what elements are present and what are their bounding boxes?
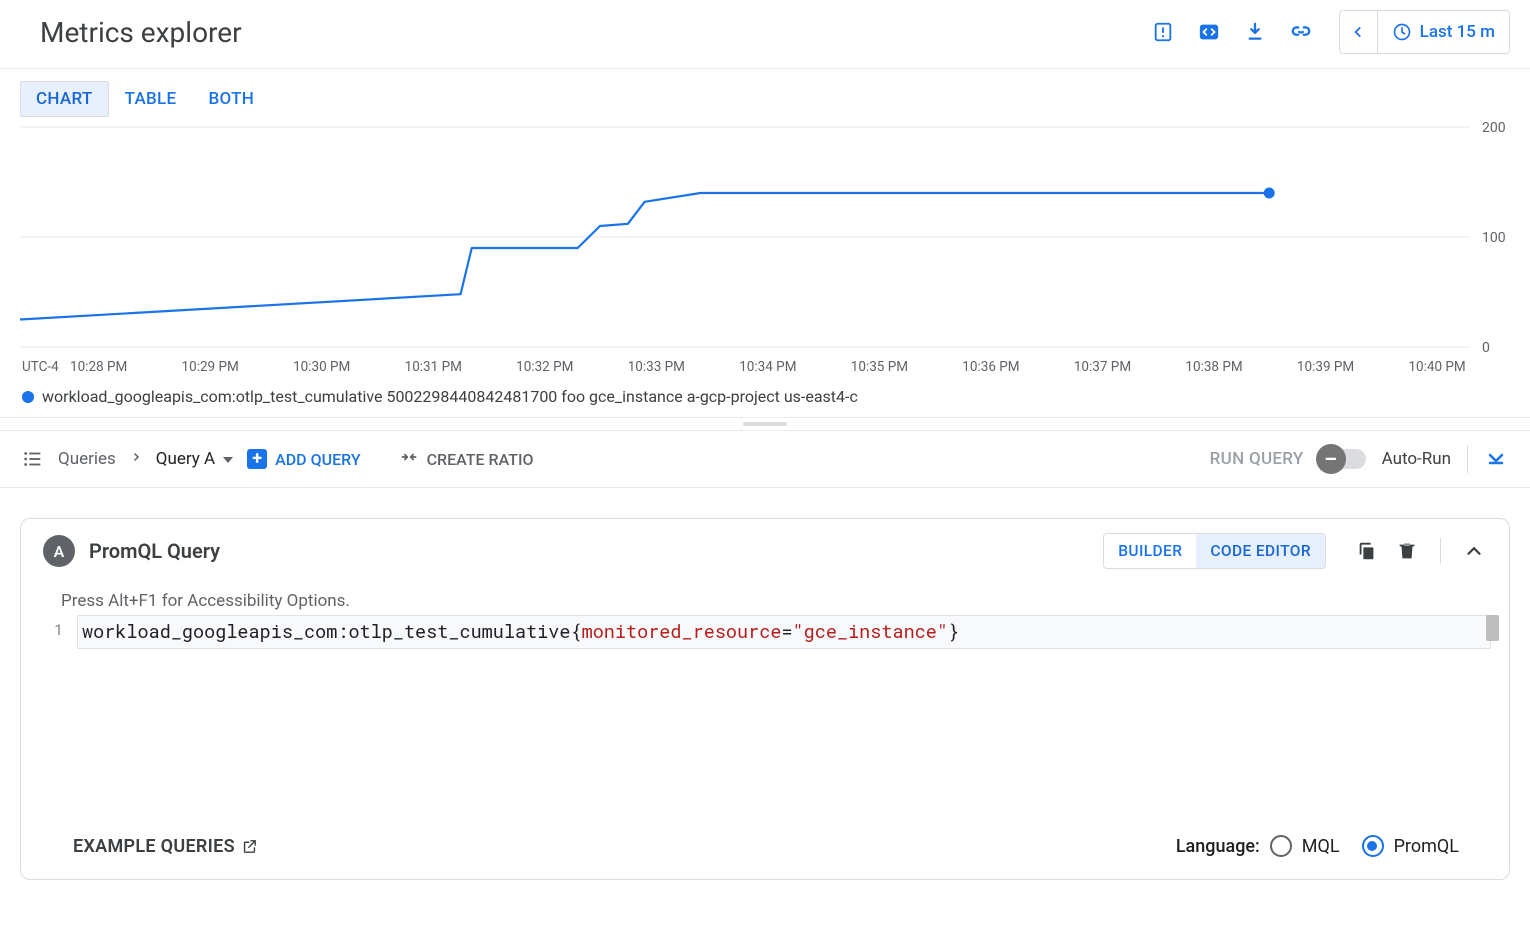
mode-builder-button[interactable]: BUILDER — [1104, 534, 1196, 568]
delete-icon[interactable] — [1394, 538, 1420, 564]
query-card-title: PromQL Query — [89, 539, 220, 563]
external-link-icon — [241, 838, 258, 855]
view-tab-both[interactable]: BOTH — [192, 81, 270, 117]
caret-down-icon — [223, 457, 233, 463]
svg-text:10:30 PM: 10:30 PM — [293, 359, 350, 375]
radio-label-promql: PromQL — [1394, 836, 1459, 857]
svg-text:200: 200 — [1482, 120, 1506, 136]
language-label: Language: — [1176, 836, 1260, 857]
svg-text:10:32 PM: 10:32 PM — [516, 359, 573, 375]
svg-text:10:33 PM: 10:33 PM — [628, 359, 685, 375]
svg-text:10:29 PM: 10:29 PM — [182, 359, 239, 375]
a11y-hint: Press Alt+F1 for Accessibility Options. — [21, 583, 1509, 613]
query-badge: A — [43, 535, 75, 567]
radio-icon — [1270, 835, 1292, 857]
toolbar-separator — [1467, 445, 1468, 473]
copy-icon[interactable] — [1354, 538, 1380, 564]
language-radio-promql[interactable]: PromQL — [1362, 835, 1459, 857]
query-selector-label: Query A — [156, 449, 215, 469]
svg-text:100: 100 — [1482, 230, 1506, 246]
svg-text:UTC-4: UTC-4 — [22, 359, 59, 375]
legend-label: workload_googleapis_com:otlp_test_cumula… — [42, 387, 858, 406]
radio-label-mql: MQL — [1302, 836, 1340, 857]
create-ratio-button[interactable]: CREATE RATIO — [399, 447, 534, 471]
qc-separator — [1440, 538, 1441, 564]
code-line[interactable]: workload_googleapis_com:otlp_test_cumula… — [77, 615, 1491, 649]
toggle-knob-icon: – — [1316, 444, 1346, 474]
create-ratio-label: CREATE RATIO — [427, 450, 534, 469]
auto-run-toggle[interactable]: – — [1320, 449, 1366, 469]
queries-list-icon[interactable] — [22, 448, 44, 470]
time-range-button[interactable]: Last 15 m — [1378, 11, 1509, 53]
link-icon[interactable] — [1287, 18, 1315, 46]
svg-text:10:38 PM: 10:38 PM — [1185, 359, 1242, 375]
help-note-icon[interactable] — [1149, 18, 1177, 46]
svg-text:10:40 PM: 10:40 PM — [1408, 359, 1465, 375]
line-number: 1 — [39, 615, 77, 649]
svg-text:10:35 PM: 10:35 PM — [851, 359, 908, 375]
legend-dot-icon — [22, 391, 34, 403]
editor-scrollbar[interactable] — [1486, 615, 1499, 641]
svg-text:10:37 PM: 10:37 PM — [1074, 359, 1131, 375]
view-tab-table[interactable]: TABLE — [109, 81, 193, 117]
chart: 0 100 200 UTC-4 10:28 PM 10:29 PM 10:30 PM 10:3… — [0, 117, 1530, 417]
time-range-label: Last 15 m — [1420, 22, 1495, 42]
svg-text:0: 0 — [1482, 340, 1490, 356]
query-selector[interactable]: Query A — [156, 449, 233, 469]
code-label-value: "gce_instance" — [793, 620, 948, 644]
radio-icon — [1362, 835, 1384, 857]
queries-label: Queries — [58, 449, 116, 469]
svg-text:10:28 PM: 10:28 PM — [70, 359, 127, 375]
language-radio-mql[interactable]: MQL — [1270, 835, 1340, 857]
expand-down-icon[interactable] — [1484, 445, 1508, 473]
code-editor[interactable]: 1 workload_googleapis_com:otlp_test_cumu… — [21, 613, 1509, 649]
pane-resize-handle[interactable] — [0, 417, 1530, 431]
time-range-prev-button[interactable] — [1340, 11, 1378, 53]
svg-text:10:31 PM: 10:31 PM — [405, 359, 462, 375]
ratio-icon — [399, 447, 419, 471]
download-icon[interactable] — [1241, 18, 1269, 46]
example-queries-link[interactable]: EXAMPLE QUERIES — [73, 836, 258, 857]
page-title: Metrics explorer — [40, 16, 242, 49]
auto-run-label: Auto-Run — [1382, 449, 1451, 469]
add-query-button[interactable]: + ADD QUERY — [247, 449, 360, 469]
svg-text:10:34 PM: 10:34 PM — [739, 359, 796, 375]
chevron-right-icon — [130, 451, 142, 467]
example-queries-label: EXAMPLE QUERIES — [73, 836, 235, 857]
add-query-label: ADD QUERY — [275, 450, 360, 469]
code-label-key: monitored_resource — [582, 620, 782, 644]
collapse-icon[interactable] — [1461, 538, 1487, 564]
code-metric: workload_googleapis_com:otlp_test_cumula… — [82, 620, 570, 644]
code-icon[interactable] — [1195, 18, 1223, 46]
svg-text:10:39 PM: 10:39 PM — [1297, 359, 1354, 375]
view-tab-chart[interactable]: CHART — [20, 81, 109, 117]
run-query-button[interactable]: RUN QUERY — [1210, 449, 1304, 469]
svg-text:10:36 PM: 10:36 PM — [962, 359, 1019, 375]
mode-code-editor-button[interactable]: CODE EDITOR — [1196, 534, 1325, 568]
plus-icon: + — [247, 449, 267, 469]
